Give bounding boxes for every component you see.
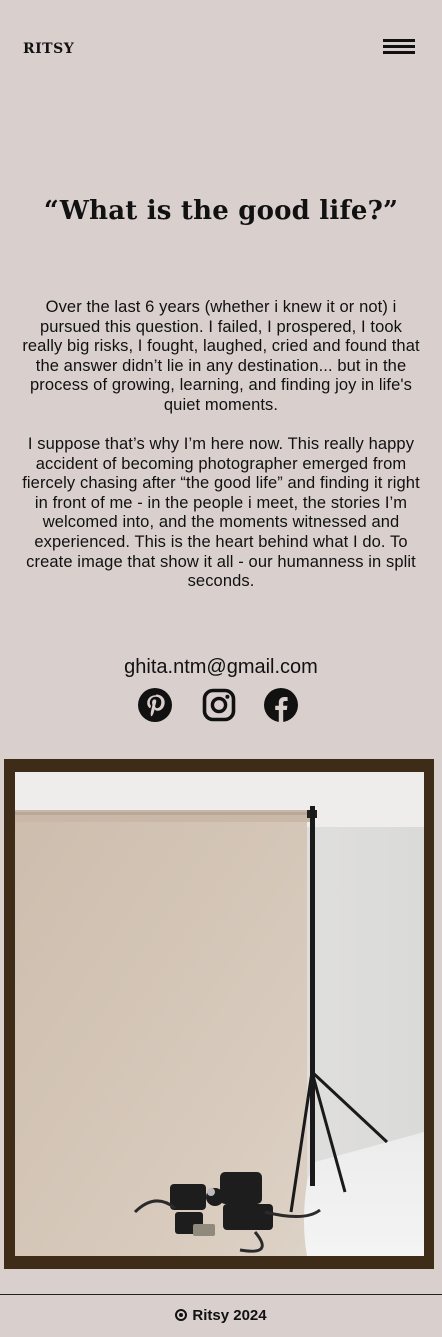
page-title: “What is the good life?” [43, 196, 399, 226]
photo-frame [4, 759, 434, 1269]
social-links [138, 688, 304, 722]
copyright-circle-icon [175, 1309, 188, 1321]
brand-logo[interactable]: RITSY [23, 41, 74, 57]
footer-text: Ritsy 2024 [192, 1307, 267, 1324]
pinterest-icon[interactable] [138, 688, 172, 722]
site-footer: Ritsy 2024 [0, 1307, 442, 1324]
studio-backdrop-photo [15, 772, 424, 1256]
facebook-icon[interactable] [264, 688, 298, 722]
instagram-icon[interactable] [202, 688, 236, 722]
story-paragraph: I suppose that’s why I’m here now. This … [22, 435, 420, 591]
hamburger-menu-icon[interactable] [383, 38, 416, 58]
intro-paragraph: Over the last 6 years (whether i knew it… [22, 298, 420, 414]
email-link[interactable]: ghita.ntm@gmail.com [0, 656, 442, 679]
menu-bar [383, 45, 415, 48]
site-header: RITSY [0, 0, 442, 100]
footer-divider [0, 1294, 442, 1295]
menu-bar [383, 51, 415, 54]
menu-bar [383, 39, 415, 42]
